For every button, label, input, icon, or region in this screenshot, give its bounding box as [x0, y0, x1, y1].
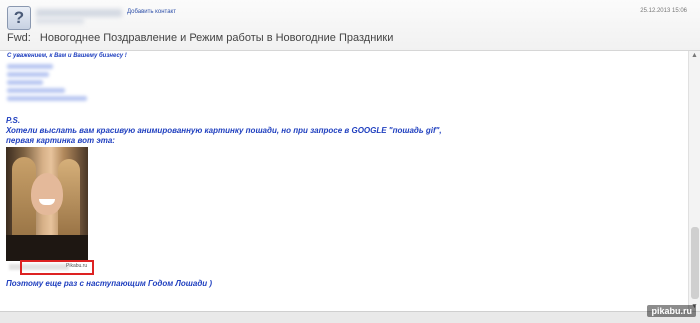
subject-text: Новогоднее Поздравление и Режим работы в…	[39, 32, 394, 44]
signature-line-redacted	[7, 88, 65, 93]
ps-line: P.S.	[6, 116, 21, 125]
embedded-photo[interactable]	[6, 147, 88, 261]
final-line: Поэтому еще раз с наступающим Годом Лоша…	[6, 279, 213, 288]
email-header: ? Добавить контакт 25.12.2013 15:06 Fwd:…	[0, 0, 700, 51]
signature-line-redacted	[7, 64, 53, 69]
subject-prefix: Fwd:	[7, 32, 31, 44]
signature-line-redacted	[7, 72, 49, 77]
highlight-box	[20, 260, 94, 275]
scroll-up-arrow-icon[interactable]: ▲	[691, 52, 698, 59]
pikabu-watermark: pikabu.ru	[647, 305, 696, 317]
ps-line: Хотели выслать вам красивую анимированну…	[6, 126, 442, 135]
message-timestamp: 25.12.2013 15:06	[640, 8, 687, 14]
message-body: С уважением, к Вам и Вашему бизнесу ! P.…	[0, 51, 688, 311]
signature-line-redacted	[7, 96, 87, 101]
vertical-scrollbar[interactable]: ▲ ▼	[688, 51, 700, 311]
signature-line-redacted	[7, 80, 43, 85]
sender-avatar[interactable]: ?	[7, 6, 31, 30]
sender-name-redacted	[36, 9, 122, 17]
closing-line: С уважением, к Вам и Вашему бизнесу !	[7, 53, 127, 59]
ps-block: P.S. Хотели выслать вам красивую анимиро…	[6, 116, 442, 146]
ps-line: первая картинка вот эта:	[6, 136, 115, 145]
status-bar	[0, 311, 700, 323]
add-contact-link[interactable]: Добавить контакт	[127, 9, 176, 15]
subject-line: Fwd: Новогоднее Поздравление и Режим раб…	[7, 32, 393, 44]
sender-email-redacted	[36, 18, 84, 24]
scrollbar-thumb[interactable]	[691, 227, 699, 299]
